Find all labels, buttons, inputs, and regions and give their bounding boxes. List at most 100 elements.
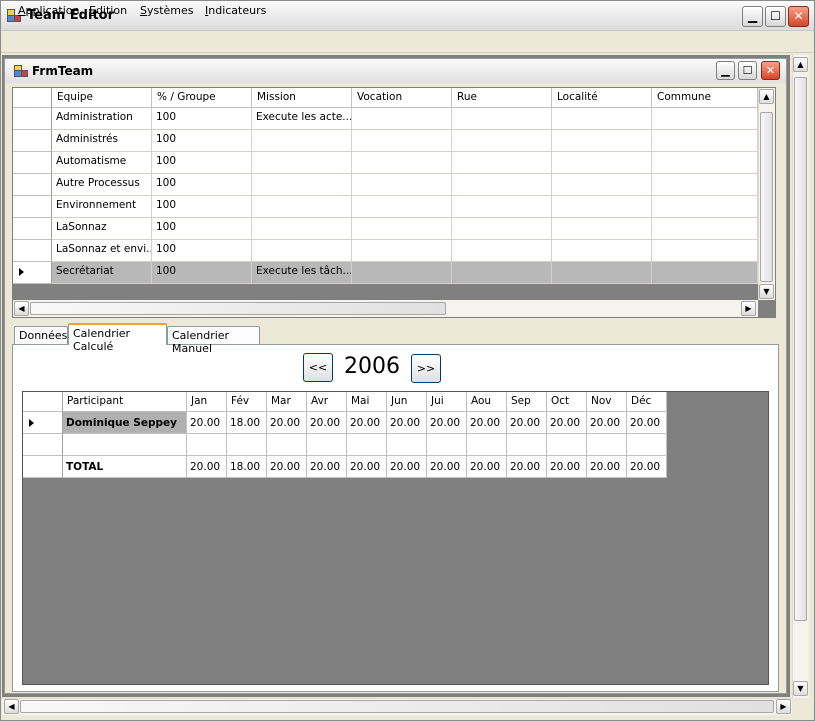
- team-row-header[interactable]: [13, 218, 52, 240]
- child-close-icon[interactable]: ✕: [761, 61, 780, 80]
- month-value-cell[interactable]: 20.00: [187, 412, 227, 434]
- calendar-col-header[interactable]: Déc: [627, 392, 667, 412]
- main-scroll-down-icon[interactable]: ▼: [793, 681, 808, 696]
- team-grid-vscroll-thumb[interactable]: [760, 112, 773, 282]
- next-year-button[interactable]: >>: [411, 354, 441, 383]
- team-cell[interactable]: [552, 240, 652, 262]
- month-value-cell[interactable]: 20.00: [587, 412, 627, 434]
- calendar-col-header[interactable]: Participant: [63, 392, 187, 412]
- team-cell[interactable]: Execute les acte...: [252, 108, 352, 130]
- menu-indicateurs[interactable]: Indicateurs: [205, 4, 266, 17]
- month-value-cell[interactable]: [587, 434, 627, 456]
- team-cell[interactable]: [452, 108, 552, 130]
- team-cell[interactable]: [652, 152, 758, 174]
- minimize-icon[interactable]: ▁: [742, 6, 763, 27]
- calendar-col-header[interactable]: Aou: [467, 392, 507, 412]
- calendar-col-header[interactable]: Mai: [347, 392, 387, 412]
- team-cell[interactable]: [352, 108, 452, 130]
- participant-cell[interactable]: TOTAL: [63, 456, 187, 478]
- calendar-col-header[interactable]: Jan: [187, 392, 227, 412]
- team-row-header[interactable]: [13, 108, 52, 130]
- team-cell[interactable]: [352, 240, 452, 262]
- team-cell[interactable]: 100: [152, 262, 252, 284]
- team-cell[interactable]: 100: [152, 108, 252, 130]
- team-col-header[interactable]: Localité: [552, 88, 652, 108]
- team-col-header[interactable]: Mission: [252, 88, 352, 108]
- month-value-cell[interactable]: 18.00: [227, 456, 267, 478]
- team-cell[interactable]: [552, 262, 652, 284]
- team-cell[interactable]: [452, 196, 552, 218]
- team-row-header[interactable]: [13, 196, 52, 218]
- month-value-cell[interactable]: [547, 434, 587, 456]
- month-value-cell[interactable]: 20.00: [387, 456, 427, 478]
- month-value-cell[interactable]: [387, 434, 427, 456]
- month-value-cell[interactable]: 20.00: [267, 456, 307, 478]
- month-value-cell[interactable]: 18.00: [227, 412, 267, 434]
- team-cell[interactable]: Administrés: [52, 130, 152, 152]
- team-cell[interactable]: [352, 152, 452, 174]
- calendar-row-header[interactable]: [23, 434, 63, 456]
- prev-year-button[interactable]: <<: [303, 353, 333, 382]
- close-icon[interactable]: ✕: [788, 6, 809, 27]
- team-cell[interactable]: [652, 196, 758, 218]
- frmteam-title-bar[interactable]: [5, 59, 786, 83]
- calendar-row-header[interactable]: [23, 412, 63, 434]
- team-cell[interactable]: [252, 130, 352, 152]
- calendar-col-header[interactable]: Sep: [507, 392, 547, 412]
- team-col-header[interactable]: Vocation: [352, 88, 452, 108]
- team-cell[interactable]: [252, 240, 352, 262]
- month-value-cell[interactable]: [507, 434, 547, 456]
- team-cell[interactable]: [552, 152, 652, 174]
- team-cell[interactable]: [352, 130, 452, 152]
- calendar-col-header[interactable]: Avr: [307, 392, 347, 412]
- team-row-header[interactable]: [13, 152, 52, 174]
- month-value-cell[interactable]: 20.00: [547, 456, 587, 478]
- team-cell[interactable]: [652, 218, 758, 240]
- scroll-left-icon[interactable]: ◀: [14, 301, 29, 316]
- month-value-cell[interactable]: 20.00: [307, 456, 347, 478]
- team-cell[interactable]: [352, 218, 452, 240]
- scroll-up-icon[interactable]: ▲: [759, 89, 774, 104]
- team-col-header[interactable]: Equipe: [52, 88, 152, 108]
- team-cell[interactable]: [352, 174, 452, 196]
- month-value-cell[interactable]: [627, 434, 667, 456]
- team-cell[interactable]: 100: [152, 240, 252, 262]
- menu-systèmes[interactable]: Systèmes: [140, 4, 194, 17]
- month-value-cell[interactable]: 20.00: [547, 412, 587, 434]
- month-value-cell[interactable]: 20.00: [627, 412, 667, 434]
- team-cell[interactable]: [452, 240, 552, 262]
- team-col-header[interactable]: % / Groupe: [152, 88, 252, 108]
- month-value-cell[interactable]: [267, 434, 307, 456]
- month-value-cell[interactable]: 20.00: [347, 456, 387, 478]
- main-scroll-left-icon[interactable]: ◀: [4, 699, 19, 714]
- team-cell[interactable]: [252, 174, 352, 196]
- month-value-cell[interactable]: 20.00: [507, 456, 547, 478]
- team-cell[interactable]: [552, 108, 652, 130]
- team-cell[interactable]: [652, 130, 758, 152]
- month-value-cell[interactable]: [467, 434, 507, 456]
- team-cell[interactable]: Environnement: [52, 196, 152, 218]
- month-value-cell[interactable]: [227, 434, 267, 456]
- month-value-cell[interactable]: 20.00: [507, 412, 547, 434]
- team-cell[interactable]: LaSonnaz: [52, 218, 152, 240]
- main-scroll-up-icon[interactable]: ▲: [793, 57, 808, 72]
- tab-2[interactable]: Calendrier Manuel: [167, 326, 260, 355]
- calendar-col-header[interactable]: Oct: [547, 392, 587, 412]
- team-cell[interactable]: Autre Processus: [52, 174, 152, 196]
- child-maximize-icon[interactable]: ☐: [738, 61, 757, 80]
- team-cell[interactable]: Secrétariat: [52, 262, 152, 284]
- participant-cell[interactable]: [63, 434, 187, 456]
- team-cell[interactable]: [552, 174, 652, 196]
- month-value-cell[interactable]: 20.00: [267, 412, 307, 434]
- month-value-cell[interactable]: 20.00: [307, 412, 347, 434]
- team-cell[interactable]: Administration: [52, 108, 152, 130]
- maximize-icon[interactable]: ☐: [765, 6, 786, 27]
- team-cell[interactable]: [552, 130, 652, 152]
- child-minimize-icon[interactable]: ▁: [716, 61, 735, 80]
- calendar-col-header[interactable]: Fév: [227, 392, 267, 412]
- month-value-cell[interactable]: [427, 434, 467, 456]
- scroll-down-icon[interactable]: ▼: [759, 284, 774, 299]
- team-col-header[interactable]: Commune: [652, 88, 758, 108]
- team-cell[interactable]: [652, 174, 758, 196]
- month-value-cell[interactable]: [347, 434, 387, 456]
